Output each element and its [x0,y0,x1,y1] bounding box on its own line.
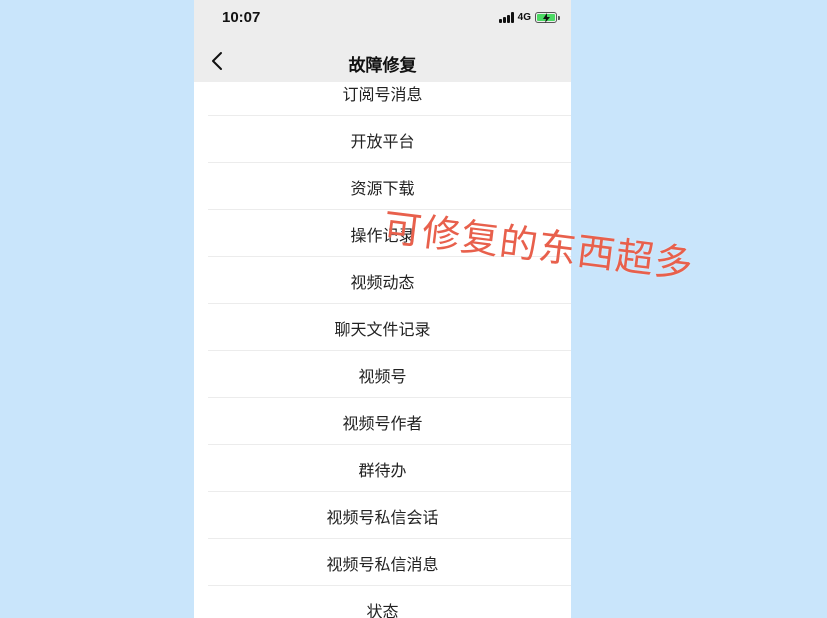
signal-bars-icon [498,12,514,23]
status-time: 10:07 [222,9,261,26]
list-item-chat-file-records[interactable]: 聊天文件记录 [194,304,571,351]
battery-charging-icon [535,12,560,23]
list-item-resource-download[interactable]: 资源下载 [194,163,571,210]
list-item-channels-private-messages[interactable]: 视频号私信消息 [194,539,571,586]
network-label: 4G [517,12,531,23]
list-item-channels[interactable]: 视频号 [194,351,571,398]
list-item-group-todo[interactable]: 群待办 [194,445,571,492]
list-item-open-platform[interactable]: 开放平台 [194,116,571,163]
status-indicators: 4G [498,12,560,23]
list-item-status[interactable]: 状态 [194,586,571,618]
list-item-channels-author[interactable]: 视频号作者 [194,398,571,445]
list-item-channels-private-chat[interactable]: 视频号私信会话 [194,492,571,539]
phone-screen: 10:07 4G 故障修复 订阅号消息 开放平台 资源下载 操作记录 视频动态 … [194,0,571,618]
status-bar: 10:07 4G [194,0,571,40]
list-item-subscription-messages[interactable]: 订阅号消息 [194,69,571,116]
